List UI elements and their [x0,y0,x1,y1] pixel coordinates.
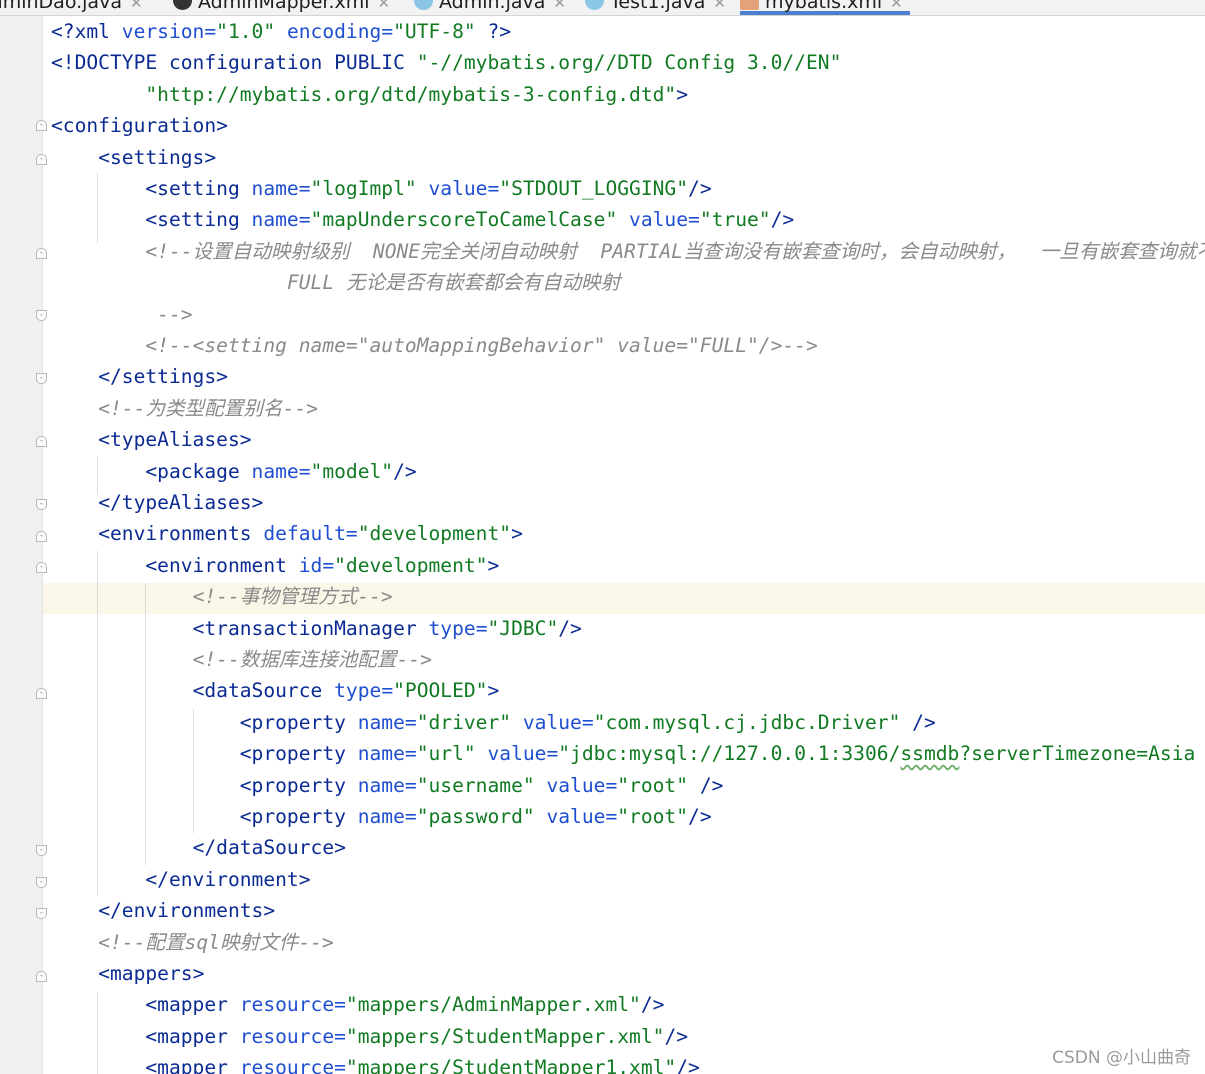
code-line[interactable]: FULL 无论是否有嵌套都会有自动映射 [51,267,620,298]
tab-admindao[interactable]: AdminDao.java ✕ [0,0,143,13]
tab-label: Admin.java [439,0,546,13]
code-line[interactable]: <!--配置sql映射文件--> [51,927,334,958]
code-line[interactable]: <setting name="logImpl" value="STDOUT_LO… [51,173,711,204]
code-line[interactable]: <?xml version="1.0" encoding="UTF-8" ?> [51,16,511,47]
tab-admin[interactable]: Admin.java ✕ [414,0,566,13]
code-line[interactable]: </settings> [51,361,228,392]
code-line[interactable]: "http://mybatis.org/dtd/mybatis-3-config… [51,79,688,110]
tab-test1[interactable]: Test1.java ✕ [585,0,726,13]
code-line[interactable]: <mapper resource="mappers/StudentMapper1… [51,1052,699,1074]
close-icon[interactable]: ✕ [553,0,566,12]
code-line[interactable]: <configuration> [51,110,228,141]
editor-gutter: - - - - - - - - - - - - - - [0,16,47,1074]
code-line[interactable]: <transactionManager type="JDBC"/> [51,613,582,644]
code-line[interactable]: <environment id="development"> [51,550,499,581]
code-line[interactable]: <property name="username" value="root" /… [51,770,724,801]
code-editor[interactable]: <?xml version="1.0" encoding="UTF-8" ?> <… [43,16,1205,1074]
code-line[interactable]: </environment> [51,864,310,895]
code-line[interactable]: </dataSource> [51,832,346,863]
code-line[interactable]: </typeAliases> [51,487,263,518]
code-line[interactable]: <!--数据库连接池配置--> [51,644,432,675]
close-icon[interactable]: ✕ [890,0,903,12]
code-line[interactable]: <mappers> [51,958,204,989]
code-line[interactable]: <mapper resource="mappers/AdminMapper.xm… [51,989,664,1020]
code-line[interactable]: <property name="url" value="jdbc:mysql:/… [51,738,1196,769]
java-class-icon [585,0,604,10]
tab-label: mybatis.xml [765,0,883,13]
close-icon[interactable]: ✕ [378,0,391,12]
tab-label: AdminDao.java [0,0,122,13]
code-line[interactable]: <package name="model"/> [51,456,416,487]
close-icon[interactable]: ✕ [130,0,143,12]
code-line[interactable]: <!--<setting name="autoMappingBehavior" … [51,330,817,361]
code-line[interactable]: <!--为类型配置别名--> [51,393,318,424]
code-line[interactable]: <property name="password" value="root"/> [51,801,712,832]
code-line[interactable]: <!--设置自动映射级别 NONE完全关闭自动映射 PARTIAL当查询没有嵌套… [51,236,1205,267]
code-line[interactable]: <mapper resource="mappers/StudentMapper.… [51,1021,688,1052]
code-line[interactable]: <dataSource type="POOLED"> [51,675,500,706]
editor-tab-bar: AdminDao.java ✕ AdminMapper.xml ✕ Admin.ja… [0,0,1205,16]
code-line[interactable]: <typeAliases> [51,424,251,455]
tab-mybatis-xml[interactable]: mybatis.xml ✕ [740,0,910,15]
code-line[interactable]: <!DOCTYPE configuration PUBLIC "-//mybat… [51,47,841,78]
code-line[interactable]: <settings> [51,142,216,173]
tab-label: Test1.java [610,0,706,13]
code-line[interactable]: <setting name="mapUnderscoreToCamelCase"… [51,204,794,235]
java-class-icon [173,0,192,10]
code-line[interactable]: --> [51,299,192,330]
close-icon[interactable]: ✕ [713,0,726,12]
tab-adminmapper[interactable]: AdminMapper.xml ✕ [173,0,390,13]
code-line[interactable]: <environments default="development"> [51,518,523,549]
code-line[interactable]: <property name="driver" value="com.mysql… [51,707,936,738]
watermark: CSDN @小山曲奇 [1052,1048,1191,1068]
xml-file-icon [740,0,759,10]
tab-label: AdminMapper.xml [198,0,370,13]
code-line[interactable]: </environments> [51,895,275,926]
java-class-icon [414,0,433,10]
code-line[interactable]: <!--事物管理方式--> [51,581,393,612]
